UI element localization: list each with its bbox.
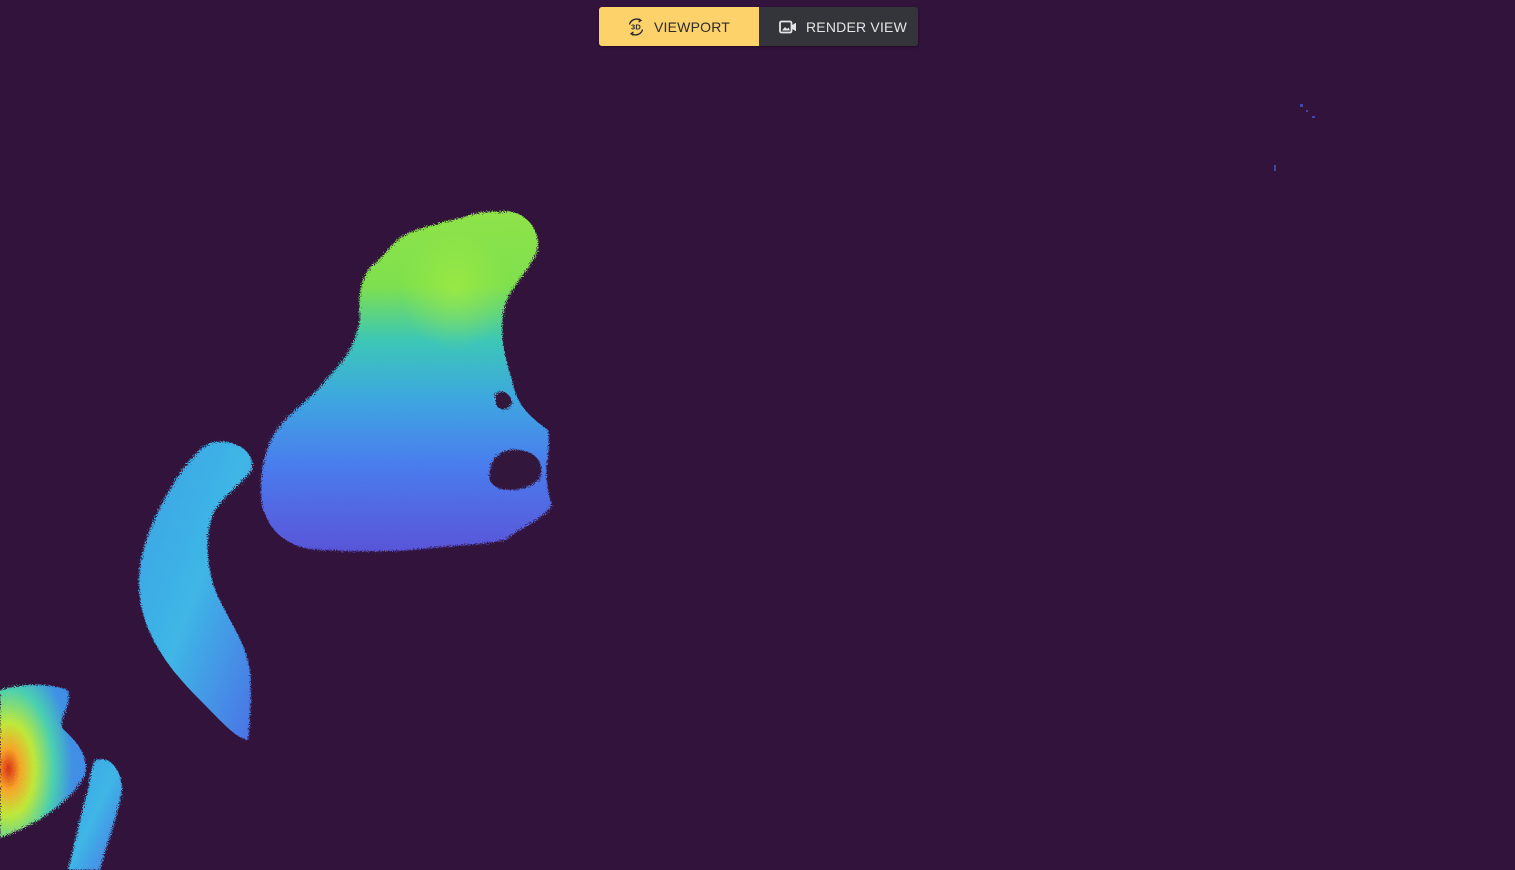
depth-render-canvas[interactable] xyxy=(0,0,1515,870)
camera-image-icon xyxy=(778,17,798,37)
render-viewport[interactable]: 3D VIEWPORT RENDER VIEW xyxy=(0,0,1515,870)
3d-icon-text: 3D xyxy=(631,22,641,31)
depth-highlight xyxy=(400,230,510,350)
viewport-button[interactable]: 3D VIEWPORT xyxy=(599,7,759,46)
depth-blob-arm xyxy=(138,441,253,740)
depth-specks xyxy=(1274,104,1315,171)
render-view-label: RENDER VIEW xyxy=(806,18,907,35)
view-mode-toggle: 3D VIEWPORT RENDER VIEW xyxy=(599,7,918,46)
3d-rotation-icon: 3D xyxy=(626,17,646,37)
viewport-label: VIEWPORT xyxy=(654,18,731,35)
depth-blob-hotspot xyxy=(0,684,122,870)
render-view-button[interactable]: RENDER VIEW xyxy=(759,7,918,46)
